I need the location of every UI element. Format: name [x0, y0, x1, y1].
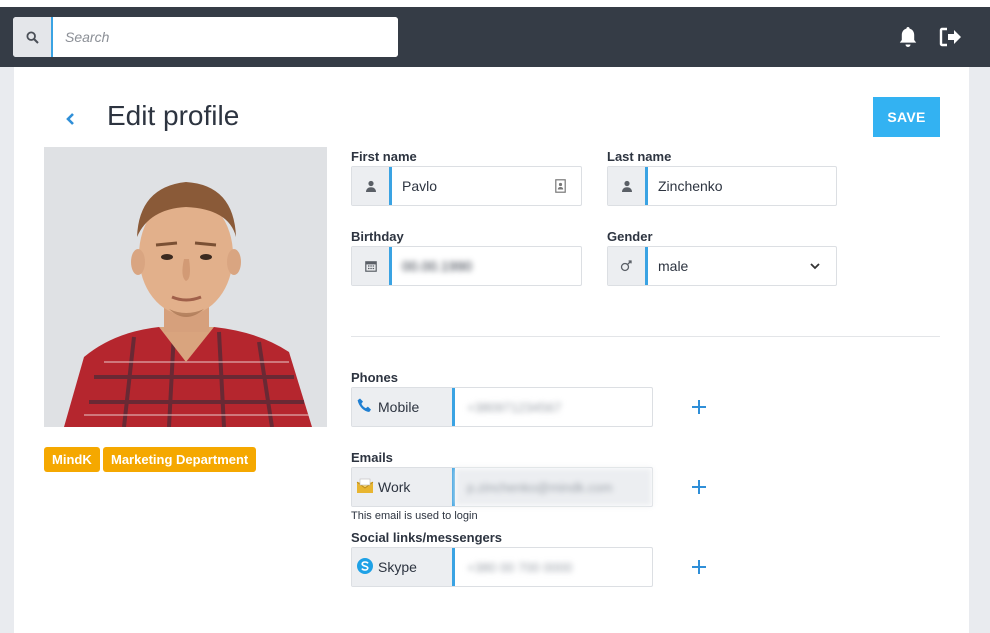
back-chevron-icon[interactable] [56, 105, 84, 133]
social-type-label: Skype [378, 559, 417, 575]
department-tag: Marketing Department [103, 447, 257, 472]
company-tag: MindK [44, 447, 100, 472]
bell-icon[interactable] [895, 24, 921, 50]
page-title: Edit profile [107, 100, 240, 131]
birthday-input[interactable]: 00.00.1990 [392, 247, 581, 285]
search-icon[interactable] [13, 17, 53, 57]
emails-label: Emails [351, 450, 393, 465]
skype-icon [356, 557, 374, 578]
gender-value[interactable]: male [648, 247, 810, 285]
social-type-select[interactable]: Skype [352, 548, 455, 586]
user-icon [608, 167, 648, 205]
gender-icon [608, 247, 648, 285]
gender-select[interactable]: male [607, 246, 837, 286]
chevron-down-icon[interactable] [810, 247, 836, 285]
social-input[interactable]: +380 00 700 0000 [455, 548, 652, 586]
phone-icon [356, 397, 374, 418]
email-type-select[interactable]: Work [352, 468, 455, 506]
phone-input[interactable]: +380971234567 [455, 388, 652, 426]
email-row[interactable]: Work p.zinchenko@mindk.com [351, 467, 653, 507]
email-input[interactable]: p.zinchenko@mindk.com [455, 468, 652, 506]
user-icon [352, 167, 392, 205]
birthday-label: Birthday [351, 229, 404, 244]
logout-icon[interactable] [937, 24, 963, 50]
last-name-input[interactable]: Zinchenko [648, 167, 836, 205]
top-strip [0, 0, 990, 7]
add-email-button[interactable] [687, 475, 711, 499]
add-social-button[interactable] [687, 555, 711, 579]
first-name-field[interactable]: Pavlo [351, 166, 582, 206]
email-hint: This email is used to login [351, 510, 478, 522]
envelope-icon [356, 478, 374, 497]
birthday-field[interactable]: 00.00.1990 [351, 246, 582, 286]
search-input[interactable] [53, 17, 398, 57]
last-name-field[interactable]: Zinchenko [607, 166, 837, 206]
plus-icon [692, 480, 706, 494]
search-box[interactable] [13, 17, 398, 57]
plus-icon [692, 400, 706, 414]
section-divider [351, 336, 940, 337]
profile-photo[interactable] [44, 147, 327, 427]
add-phone-button[interactable] [687, 395, 711, 419]
page-margin [0, 67, 14, 633]
social-row[interactable]: Skype +380 00 700 0000 [351, 547, 653, 587]
contact-card-icon[interactable] [555, 167, 581, 205]
phone-type-select[interactable]: Mobile [352, 388, 455, 426]
gender-label: Gender [607, 229, 653, 244]
phone-row[interactable]: Mobile +380971234567 [351, 387, 653, 427]
phones-label: Phones [351, 370, 398, 385]
plus-icon [692, 560, 706, 574]
first-name-label: First name [351, 149, 417, 164]
first-name-input[interactable]: Pavlo [392, 167, 555, 205]
phone-type-label: Mobile [378, 399, 420, 415]
save-button[interactable]: SAVE [873, 97, 940, 137]
email-type-label: Work [378, 479, 411, 495]
last-name-label: Last name [607, 149, 672, 164]
calendar-icon [352, 247, 392, 285]
social-label: Social links/messengers [351, 530, 503, 545]
